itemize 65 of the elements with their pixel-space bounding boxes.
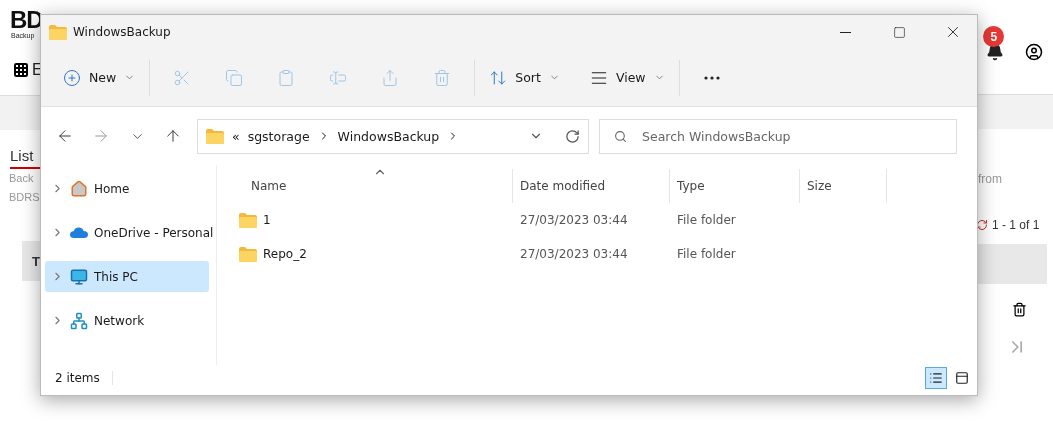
column-header[interactable]: Name [251,179,287,193]
file-name[interactable]: Repo_2 [263,247,307,261]
file-name[interactable]: 1 [263,213,271,227]
new-button[interactable]: New [55,60,144,95]
bell-icon[interactable] [986,43,1005,61]
copy-icon [225,68,244,87]
breadcrumb-overflow[interactable]: « [232,128,240,144]
cloud-icon [70,227,88,238]
nav-label: OneDrive - Personal [94,225,214,240]
column-header[interactable]: Date modified [520,179,606,193]
plus-icon [63,68,81,87]
forward-icon [92,127,110,145]
sort-icon [489,68,508,87]
sort-button[interactable]: Sort [481,60,568,95]
description-text: Back [9,171,34,186]
home-icon [70,179,88,198]
refresh-icon[interactable] [976,219,988,231]
preview-pane-icon [955,371,969,385]
notification-badge: 5 [983,26,1005,47]
breadcrumb-item[interactable]: WindowsBackup [337,128,440,144]
pagination-text: 1 - 1 of 1 [992,218,1040,232]
description-text: from [978,172,1002,186]
back-icon [56,127,74,145]
column-header[interactable]: Type [677,179,705,193]
more-icon [703,75,720,80]
nav-label: Home [94,181,130,196]
window-title: WindowsBackup [73,25,172,39]
description-text: BDRS [9,190,40,205]
search-field[interactable]: Search WindowsBackup [599,118,957,154]
rename-icon [329,68,348,87]
details-view-icon [929,371,943,385]
breadcrumb-item[interactable]: sgstorage [247,128,310,144]
nav-item[interactable]: This PC [45,261,209,292]
search-icon [614,129,627,143]
nav-item[interactable]: Home [45,173,209,204]
nav-item[interactable]: Network [45,305,209,336]
folder-icon [206,128,224,144]
item-count: 2 items [55,371,113,385]
refresh-icon[interactable] [565,128,580,144]
date-cell-text: 27/03/2023 03:44 [519,213,629,227]
folder-icon [239,246,257,262]
delete-icon [433,68,452,87]
folder-icon [49,24,67,40]
monitor-icon [70,267,88,286]
minimize-icon [839,31,851,33]
type-cell-text: File folder [676,213,737,227]
up-icon [164,127,182,145]
folder-icon [239,212,257,228]
table-header [976,244,1047,284]
type-cell-text: File folder [676,247,737,261]
column-header[interactable]: Size [807,179,832,193]
view-button[interactable]: View [581,60,673,95]
delete-icon[interactable] [1012,302,1027,317]
grid-icon[interactable] [13,62,29,78]
nav-label: Network [94,313,145,328]
network-icon [70,311,88,330]
view-mode-button[interactable] [925,367,947,389]
paste-icon [277,68,296,87]
address-bar[interactable]: « sgstorage WindowsBackup [197,118,589,154]
column-header: T [32,253,40,269]
maximize-icon [892,25,906,39]
share-icon [381,68,400,87]
date-cell-text: 27/03/2023 03:44 [519,247,629,261]
nav-label: This PC [94,269,138,284]
user-icon[interactable] [1024,43,1043,61]
